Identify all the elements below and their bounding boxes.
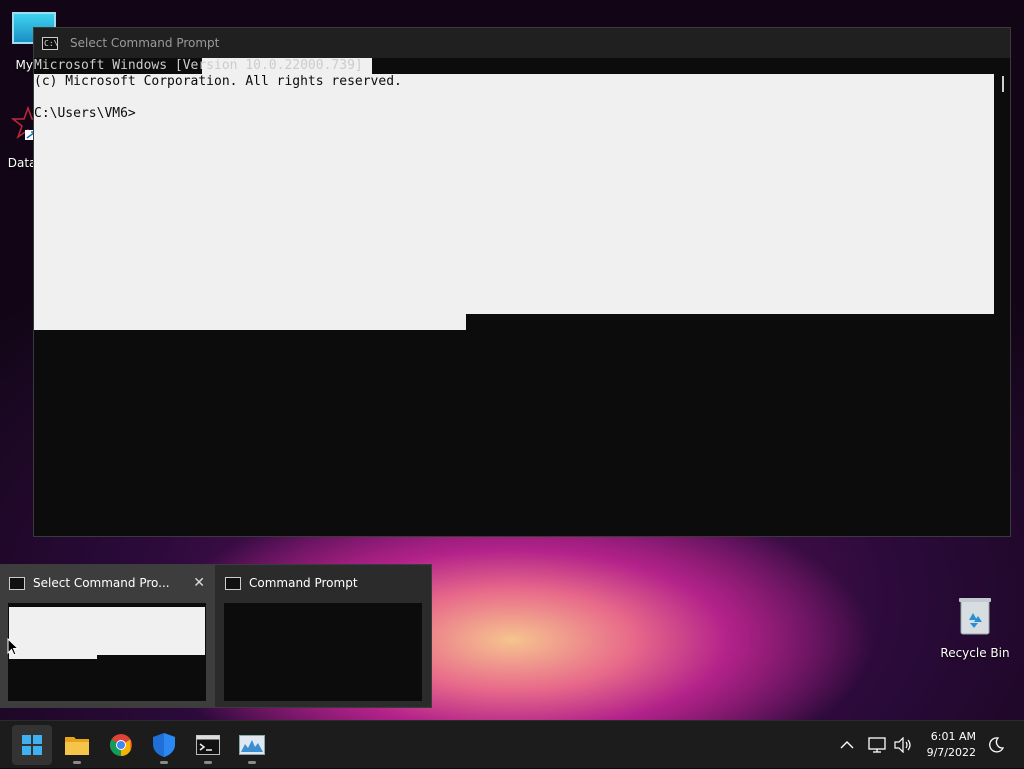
thumbnail-command-prompt[interactable]: Command Prompt — [217, 565, 431, 707]
close-icon[interactable]: ✕ — [193, 575, 205, 591]
command-prompt-icon — [225, 576, 241, 590]
desktop-icon-recycle-bin[interactable]: Recycle Bin — [938, 596, 1012, 660]
speaker-icon — [894, 737, 911, 753]
focus-assist-button[interactable] — [988, 721, 1004, 769]
taskbar-chrome[interactable] — [101, 725, 141, 765]
selection-highlight — [34, 314, 466, 330]
clock-time: 6:01 AM — [930, 730, 976, 743]
selection-highlight — [34, 74, 994, 314]
moon-icon — [989, 737, 1004, 753]
start-button[interactable] — [12, 725, 52, 765]
windows-start-icon — [22, 735, 42, 755]
taskbar: 6:01 AM 9/7/2022 — [0, 720, 1024, 768]
taskbar-thumbnail-flyout: Select Command Pro... ✕ Command Prompt — [0, 564, 432, 708]
show-hidden-icons-button[interactable] — [840, 721, 854, 769]
thumbnail-title: Command Prompt — [249, 576, 358, 590]
mouse-cursor-icon — [7, 638, 19, 656]
console-area[interactable]: Microsoft Windows [Version 10.0.22000.73… — [34, 58, 1010, 536]
thumbnail-title: Select Command Pro... — [33, 576, 170, 590]
chevron-up-icon — [840, 741, 854, 749]
scrollbar-thumb[interactable] — [1002, 76, 1004, 92]
clock[interactable]: 6:01 AM 9/7/2022 — [927, 729, 976, 761]
console-line: Microsoft Windows [Version 10.0.22000.73… — [34, 58, 363, 73]
clock-date: 9/7/2022 — [926, 746, 976, 759]
console-line: C:\Users\VM6> — [34, 106, 136, 121]
window-titlebar[interactable]: C:\ Select Command Prompt — [34, 28, 1010, 58]
window-title: Select Command Prompt — [70, 36, 220, 50]
defender-shield-icon — [153, 733, 175, 757]
command-prompt-icon — [196, 735, 220, 755]
taskbar-file-explorer[interactable] — [57, 725, 97, 765]
network-icon — [868, 737, 886, 753]
thumbnail-select-command-prompt[interactable]: Select Command Pro... ✕ — [1, 565, 215, 707]
command-prompt-icon — [9, 576, 25, 590]
console-line: (c) Microsoft Corporation. All rights re… — [34, 74, 402, 89]
volume-button[interactable] — [893, 721, 913, 769]
resource-monitor-icon — [239, 735, 265, 755]
thumbnail-preview — [224, 603, 422, 701]
taskbar-defender[interactable] — [144, 725, 184, 765]
network-button[interactable] — [868, 721, 888, 769]
desktop-icon-label: Recycle Bin — [940, 646, 1010, 660]
taskbar-command-prompt[interactable] — [188, 725, 228, 765]
recycle-bin-icon — [958, 596, 992, 636]
command-prompt-window[interactable]: C:\ Select Command Prompt Microsoft Wind… — [33, 27, 1011, 537]
command-prompt-icon: C:\ — [42, 36, 59, 50]
chrome-icon — [110, 734, 132, 756]
taskbar-resource-monitor[interactable] — [232, 725, 272, 765]
file-explorer-icon — [65, 737, 89, 755]
thumbnail-preview — [8, 603, 206, 701]
